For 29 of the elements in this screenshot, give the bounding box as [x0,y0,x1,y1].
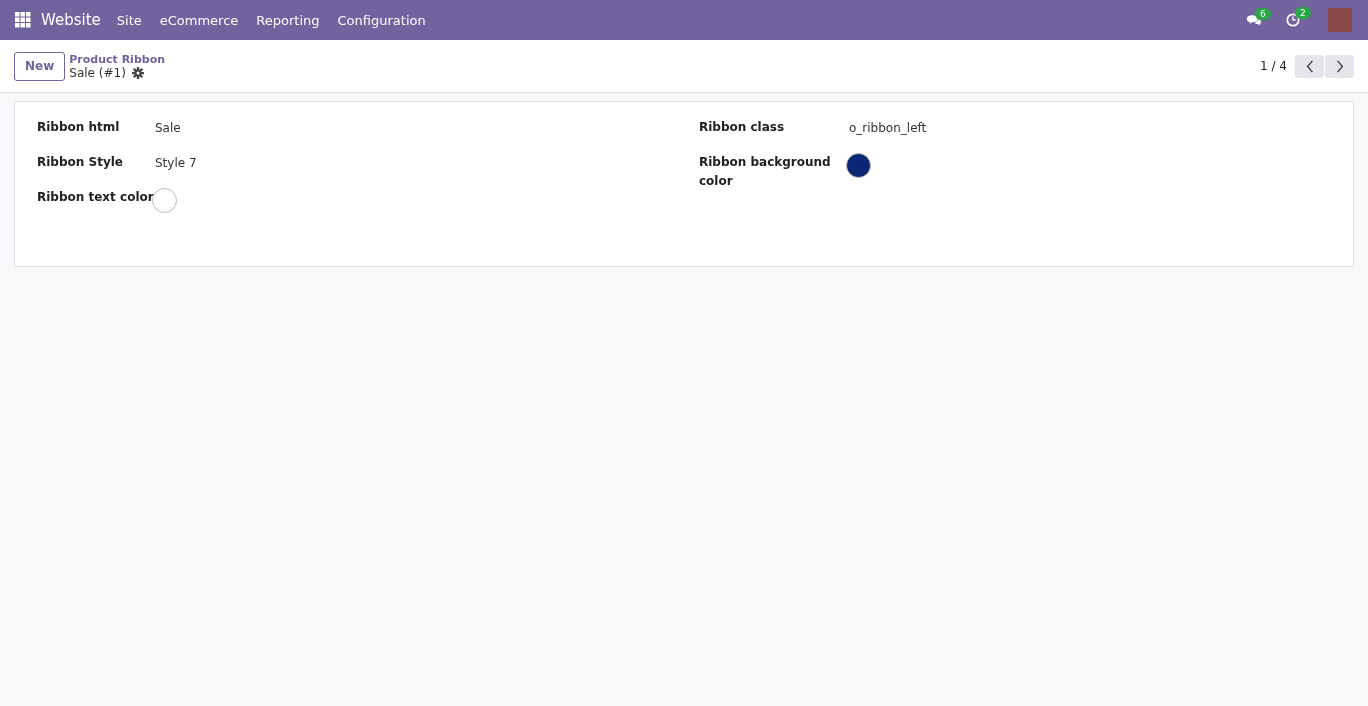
menu-item[interactable]: Configuration [337,12,426,28]
field-value[interactable]: o_ribbon_left [849,116,927,135]
activity-count-badge: 2 [1295,7,1311,19]
field-label: Ribbon class [699,119,786,136]
chevron-right-icon [1335,59,1344,73]
app-name[interactable]: Website [41,11,101,29]
color-swatch[interactable] [846,153,871,178]
field-label: Ribbon text color [37,189,155,206]
pager-text: 1 / 4 [1260,59,1287,73]
apps-grid-icon[interactable] [15,12,31,28]
field-label: Ribbon Style [37,154,124,171]
field-label: Ribbon background color [699,154,832,190]
field-label: Ribbon html [37,119,121,136]
gear-icon[interactable] [131,66,144,79]
field-value[interactable]: Sale [155,116,181,135]
next-button[interactable] [1325,54,1354,78]
message-count-badge: 6 [1255,7,1271,20]
new-button[interactable]: New [14,51,66,81]
menu-item[interactable]: Reporting [256,12,320,28]
record-title: Sale (#1) [69,65,126,80]
menu-item[interactable]: eCommerce [159,12,239,28]
color-swatch[interactable] [152,188,177,213]
previous-button[interactable] [1295,54,1324,78]
chevron-left-icon [1305,59,1314,73]
field-value[interactable]: Style 7 [155,151,197,170]
clock-icon[interactable] [1286,13,1300,27]
breadcrumb-link[interactable]: Product Ribbon [69,52,165,66]
menu-item[interactable]: Site [116,12,142,28]
chat-icon[interactable] [1246,13,1262,27]
